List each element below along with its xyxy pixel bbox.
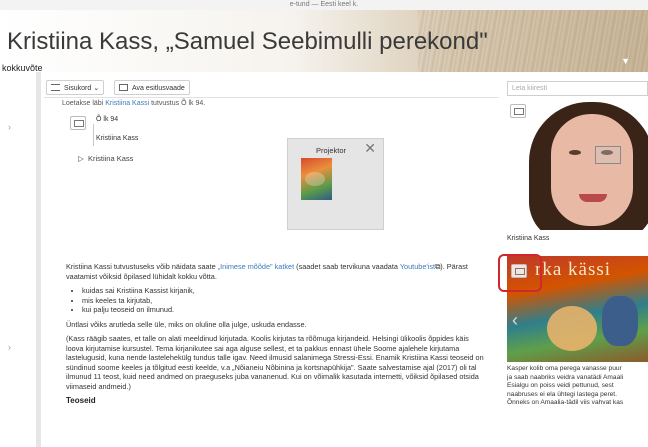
page-title: Kristiina Kass, „Samuel Seebimulli perek…: [7, 28, 488, 55]
top-strip-text: e-tund — Eesti keel k.: [289, 1, 359, 8]
photo-face: [551, 114, 633, 226]
left-panel: › ›: [0, 72, 36, 447]
youtube-link[interactable]: Youtube'ist: [400, 262, 435, 271]
photo-glasses: [595, 146, 621, 164]
page-subtitle: kokkuvõte: [2, 63, 43, 72]
author-photo: [507, 102, 648, 230]
background-paragraph: (Kass räägib saates, et talle on alati m…: [66, 334, 484, 391]
chevron-right-icon[interactable]: ›: [8, 122, 11, 132]
presentation-icon: [119, 84, 128, 91]
book-cover-title: rka kässi: [535, 259, 612, 280]
discussion-paragraph: Üntlasi võiks arutleda selle üle, miks o…: [66, 319, 307, 329]
photo-eye: [569, 150, 581, 155]
cut-text-after: tutvustus Õ lk 94.: [149, 100, 206, 107]
book-desc-line: ja saab naabriks veidra vanatädi Amaali: [507, 373, 624, 381]
book-desc-line: Kasper kolib oma perega vanasse puur: [507, 365, 622, 372]
close-icon[interactable]: ✕: [364, 140, 376, 157]
triangle-right-icon: ▷: [78, 154, 84, 163]
divider: [93, 124, 94, 146]
cover-illustration: [547, 306, 597, 351]
browser-top-strip: e-tund — Eesti keel k.: [0, 0, 648, 10]
resource-author: Kristiina Kass: [96, 135, 139, 142]
presentation-label: Ava esitlusvaade: [132, 85, 185, 92]
intro-cut-line: Loetakse läbi Kristiina Kassi tutvustus …: [62, 100, 205, 107]
list-icon: [51, 84, 60, 91]
search-input[interactable]: Leia kiiresti: [507, 81, 648, 96]
list-item: kuidas sai Kristiina Kassist kirjanik,: [82, 286, 486, 296]
chevron-right-icon[interactable]: ›: [8, 342, 11, 352]
projector-popup: Projektor ✕: [287, 138, 384, 230]
tree-item-author[interactable]: ▷ Kristiina Kass: [78, 154, 133, 163]
projector-icon[interactable]: [510, 104, 526, 118]
author-link[interactable]: Kristiina Kassi: [105, 100, 149, 107]
video-link[interactable]: „Inimese mõõde" katket: [218, 262, 294, 271]
contents-label: Sisukord: [64, 85, 92, 92]
book-description: Kasper kolib oma perega vanasse puur ja …: [507, 365, 648, 408]
intro-text: Kristiina Kassi tutvustuseks võib näidat…: [66, 262, 218, 271]
list-item: kui palju teoseid on ilmunud.: [82, 305, 486, 315]
list-item: mis keeles ta kirjutab,: [82, 296, 486, 306]
highlight-box: [498, 254, 542, 292]
intro-text-middle: (saadet saab tervikuna vaadata: [294, 262, 400, 271]
photo-caption: Kristiina Kass: [507, 235, 550, 242]
chevron-down-icon: ⌄: [93, 85, 100, 92]
intro-paragraph: Kristiina Kassi tutvustuseks võib näidat…: [66, 262, 486, 281]
tree-item-label: Kristiina Kass: [87, 154, 134, 163]
book-desc-line: Õnneks on Amaalia-tädil viis vahvat kas: [507, 399, 624, 407]
page-reference: Õ lk 94: [96, 116, 119, 123]
toolbar: Sisukord ⌄ Ava esitlusvaade: [44, 80, 499, 98]
open-presentation-button[interactable]: Ava esitlusvaade: [114, 80, 190, 95]
book-cover-thumbnail: [301, 158, 332, 200]
page-header: Kristiina Kass, „Samuel Seebimulli perek…: [0, 10, 648, 72]
projector-icon[interactable]: [70, 116, 86, 130]
scrollbar[interactable]: [36, 72, 41, 447]
works-heading: Teoseid: [66, 396, 96, 405]
question-list: kuidas sai Kristiina Kassist kirjanik, m…: [66, 286, 486, 315]
contents-button[interactable]: Sisukord ⌄: [46, 80, 105, 95]
popup-title: Projektor: [316, 146, 347, 155]
chevron-left-icon[interactable]: ‹: [512, 310, 518, 331]
cut-text: Loetakse läbi: [62, 100, 106, 107]
photo-mouth: [579, 194, 607, 202]
search-placeholder: Leia kiiresti: [512, 85, 548, 92]
main-content: Kristiina Kassi tutvustuseks võib näidat…: [66, 262, 486, 406]
book-desc-line: Esialgu on poiss veidi pettunud, sest: [507, 382, 614, 390]
chevron-down-icon[interactable]: ▼: [621, 56, 630, 66]
cover-illustration: [602, 296, 638, 346]
